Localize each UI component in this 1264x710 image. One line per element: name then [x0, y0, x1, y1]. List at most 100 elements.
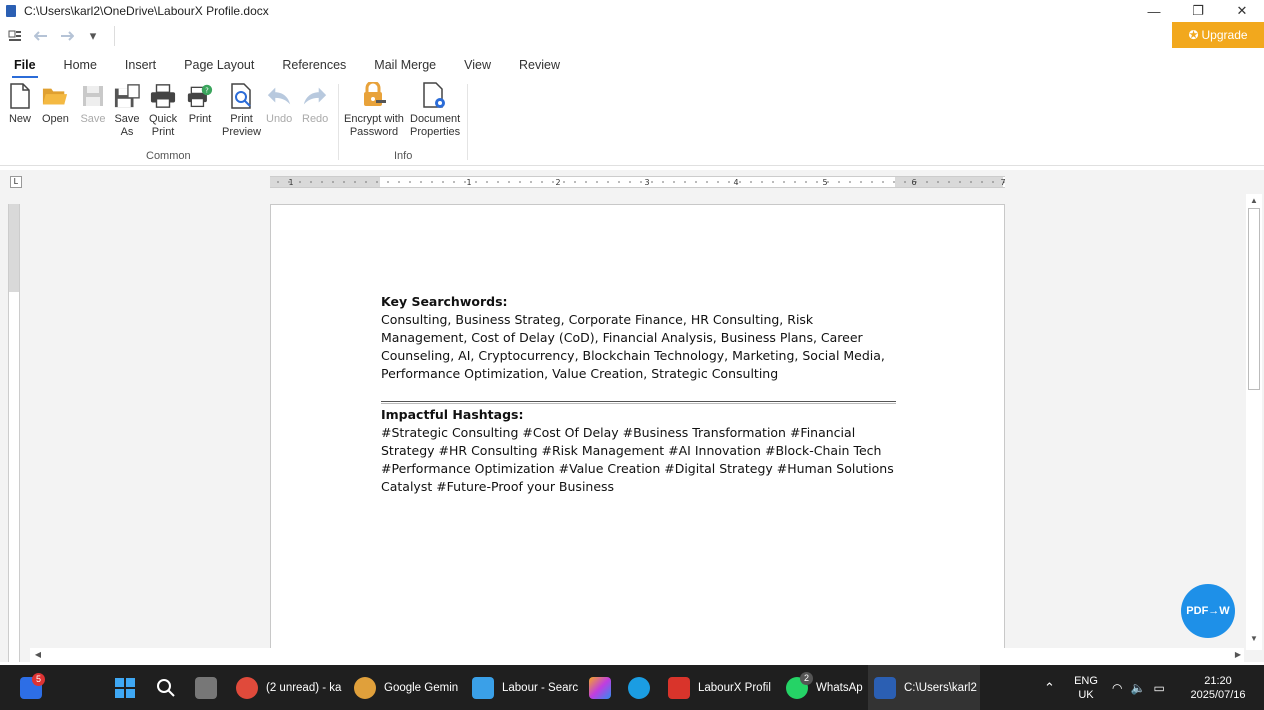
document-workspace: L 1 1 2 3 4 5 6 7 Key Searchwords: Consulting, … [0, 170, 1264, 662]
tab-references[interactable]: References [268, 52, 360, 78]
ruler-number: 7 [1000, 178, 1005, 187]
new-document-icon [7, 82, 33, 110]
undo-button[interactable]: Undo [266, 82, 292, 126]
document-app-icon [6, 5, 16, 17]
taskbar-item-chrome-mail[interactable]: (2 unread) - ka [236, 665, 341, 710]
taskbar: 5 (2 unread) - ka Google Gemin Labour - … [0, 665, 1264, 710]
taskbar-item-document-editor[interactable]: C:\Users\karl2 [868, 665, 980, 710]
pdf-to-word-converter-button[interactable]: PDF→W [1181, 584, 1235, 638]
time-label: 21:20 [1204, 674, 1232, 687]
weather-widget[interactable]: 5 [20, 665, 50, 710]
taskbar-item-labourx-profile[interactable]: LabourX Profil [668, 665, 771, 710]
ribbon: New Open Save Save As Quick Print ? Prin… [0, 78, 1264, 166]
save-as-label-1: Save [114, 113, 140, 125]
upgrade-button[interactable]: ✪ Upgrade [1172, 22, 1264, 48]
tab-view[interactable]: View [450, 52, 505, 78]
start-button[interactable] [114, 665, 144, 710]
redo-button[interactable]: Redo [302, 82, 328, 126]
layout-icon[interactable] [4, 25, 26, 47]
keywords-paragraph: Consulting, Business Strateg, Corporate … [381, 312, 885, 381]
scroll-left-icon[interactable]: ◀ [30, 650, 46, 659]
upgrade-label: Upgrade [1201, 28, 1248, 42]
open-button[interactable]: Open [42, 82, 69, 126]
group-separator [338, 84, 339, 160]
new-label: New [8, 113, 31, 125]
ruler-number: 2 [555, 178, 560, 187]
tab-page-layout[interactable]: Page Layout [170, 52, 268, 78]
print-button[interactable]: ? Print [187, 82, 213, 126]
redo-quick-icon[interactable] [56, 25, 78, 47]
encrypt-label-2: Password [349, 126, 399, 138]
save-disk-icon [80, 82, 106, 110]
language-label: ENG [1074, 674, 1098, 687]
tab-mail-merge[interactable]: Mail Merge [360, 52, 450, 78]
task-view-button[interactable] [195, 665, 225, 710]
show-hidden-icons-button[interactable]: ⌃ [1044, 665, 1055, 710]
quick-print-button[interactable]: Quick Print [149, 82, 177, 139]
scroll-up-icon[interactable]: ▲ [1246, 196, 1262, 205]
document-properties-button[interactable]: Document Properties [410, 82, 460, 139]
vertical-scrollbar[interactable]: ▲ ▼ [1246, 194, 1262, 650]
ruler-number: 4 [733, 178, 738, 187]
quick-access-toolbar: ▾ [0, 22, 1264, 50]
document-page[interactable]: Key Searchwords: Consulting, Business St… [270, 204, 1005, 662]
encrypt-button[interactable]: Encrypt with Password [344, 82, 404, 139]
document-body[interactable]: Key Searchwords: Consulting, Business St… [381, 293, 896, 496]
taskbar-label: LabourX Profil [698, 681, 771, 694]
lock-key-icon [361, 82, 387, 110]
save-as-icon [114, 82, 140, 110]
print-preview-button[interactable]: Print Preview [222, 82, 261, 139]
horizontal-scrollbar[interactable]: ◀ ▶ [30, 648, 1244, 662]
ruler-top-margin [9, 204, 19, 292]
tab-home[interactable]: Home [50, 52, 111, 78]
scroll-right-icon[interactable]: ▶ [1230, 650, 1246, 659]
taskbar-item-labour-search[interactable]: Labour - Searc [472, 665, 578, 710]
save-as-label-2: As [120, 126, 134, 138]
horizontal-ruler[interactable]: 1 1 2 3 4 5 6 7 [270, 176, 1005, 188]
scrollbar-thumb[interactable] [1248, 208, 1260, 390]
edge-button[interactable] [628, 665, 658, 710]
close-button[interactable]: ✕ [1220, 0, 1264, 22]
folder-icon [42, 82, 68, 110]
customize-toolbar-icon[interactable]: ▾ [82, 25, 104, 47]
tab-stop-selector[interactable]: L [10, 176, 22, 188]
tab-file[interactable]: File [0, 52, 50, 78]
info-group-label: Info [394, 150, 413, 162]
wifi-icon: ◠ [1112, 680, 1123, 695]
ruler-number: 1 [288, 178, 293, 187]
save-button[interactable]: Save [80, 82, 106, 126]
region-label: UK [1078, 688, 1094, 701]
tab-review[interactable]: Review [505, 52, 574, 78]
new-button[interactable]: New [7, 82, 33, 126]
pdf-app-icon [668, 676, 690, 699]
ribbon-tabs: File Home Insert Page Layout References … [0, 52, 1264, 78]
restore-button[interactable]: ❐ [1176, 0, 1220, 22]
document-properties-label-2: Properties [410, 126, 461, 138]
tab-insert[interactable]: Insert [111, 52, 170, 78]
taskbar-item-gemini[interactable]: Google Gemin [354, 665, 458, 710]
minimize-button[interactable]: — [1132, 0, 1176, 22]
edge-icon [628, 676, 650, 699]
quick-print-label-1: Quick [149, 113, 178, 125]
title-bar: C:\Users\karl2\OneDrive\LabourX Profile.… [0, 0, 1264, 22]
battery-icon: ▭ [1153, 680, 1165, 695]
chrome-icon [236, 676, 258, 699]
quick-print-label-2: Print [151, 126, 175, 138]
vertical-ruler[interactable] [8, 204, 20, 662]
print-label: Print [188, 113, 212, 125]
volume-icon: 🔈 [1130, 680, 1146, 695]
system-status-icons[interactable]: ◠ 🔈 ▭ [1112, 665, 1165, 710]
search-button[interactable] [155, 665, 185, 710]
taskbar-item-whatsapp[interactable]: WhatsAp 2 [786, 665, 863, 710]
scroll-down-icon[interactable]: ▼ [1246, 634, 1262, 643]
clock[interactable]: 21:20 2025/07/16 [1186, 665, 1250, 710]
chevron-up-icon: ⌃ [1044, 679, 1055, 695]
save-as-button[interactable]: Save As [114, 82, 140, 139]
language-indicator[interactable]: ENG UK [1070, 665, 1102, 710]
weather-badge: 5 [32, 673, 45, 686]
undo-quick-icon[interactable] [30, 25, 52, 47]
medal-icon: ✪ [1188, 28, 1199, 42]
document-properties-label-1: Document [410, 113, 461, 125]
toolbar-separator [114, 26, 115, 46]
copilot-button[interactable] [589, 665, 619, 710]
